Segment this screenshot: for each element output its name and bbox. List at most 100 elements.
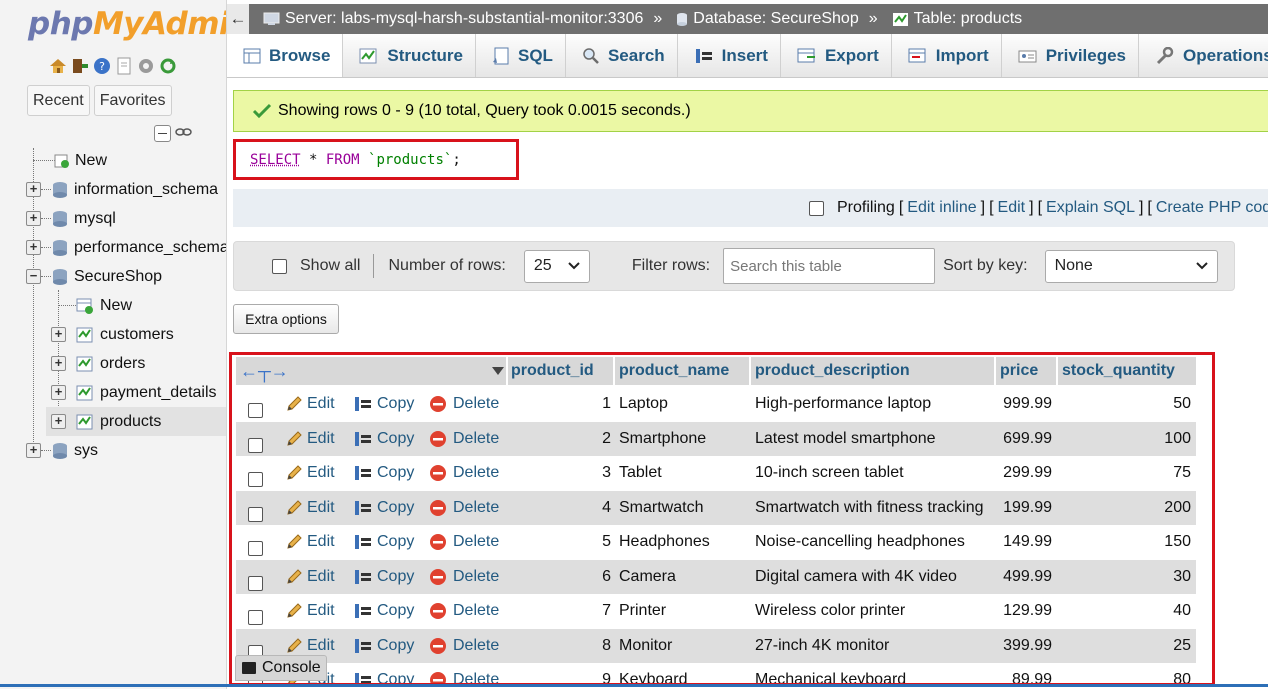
help-icon[interactable]: ? — [92, 56, 111, 75]
breadcrumb-database[interactable]: Database: SecureShop — [676, 10, 859, 28]
edit-row-link[interactable]: Edit — [285, 491, 335, 526]
tree-item-new-table[interactable]: New — [0, 291, 226, 320]
tree-item-secureshop[interactable]: − SecureShop — [0, 262, 226, 291]
delete-row-link[interactable]: Delete — [429, 629, 499, 664]
collapse-icon[interactable]: − — [26, 269, 41, 284]
tab-structure[interactable]: Structure — [343, 34, 476, 77]
docs-icon[interactable] — [114, 56, 133, 75]
tree-item-new[interactable]: New — [0, 146, 226, 175]
copy-row-link[interactable]: Copy — [353, 525, 414, 560]
edit-row-link[interactable]: Edit — [285, 594, 335, 629]
tab-sql[interactable]: SQL — [476, 34, 566, 77]
column-header-stock-quantity[interactable]: stock_quantity — [1062, 357, 1175, 385]
copy-row-link[interactable]: Copy — [353, 491, 414, 526]
tree-item-performance-schema[interactable]: + performance_schema — [0, 233, 226, 262]
expand-icon[interactable]: + — [26, 443, 41, 458]
edit-row-link[interactable]: Edit — [285, 422, 335, 457]
expand-icon[interactable]: + — [51, 356, 66, 371]
edit-link[interactable]: Edit — [998, 199, 1026, 217]
copy-row-link[interactable]: Copy — [353, 422, 414, 457]
show-all-checkbox[interactable] — [272, 258, 287, 274]
delete-row-link[interactable]: Delete — [429, 387, 499, 422]
copy-icon — [353, 395, 373, 413]
row-select-checkbox[interactable] — [248, 541, 263, 556]
delete-row-link[interactable]: Delete — [429, 560, 499, 595]
copy-row-link[interactable]: Copy — [353, 663, 414, 683]
copy-row-link[interactable]: Copy — [353, 456, 414, 491]
tab-operations[interactable]: Operations — [1139, 34, 1268, 77]
column-resize-arrows-icon[interactable]: ←┬→ — [240, 357, 289, 385]
row-select-checkbox[interactable] — [248, 472, 263, 487]
phpmyadmin-logo[interactable]: phpMyAdmin — [28, 6, 226, 42]
filter-rows-input[interactable]: Search this table — [723, 248, 936, 284]
cell-price: 699.99 — [1003, 429, 1052, 447]
sql-query-display[interactable]: SELECT * FROM `products`; — [233, 139, 519, 180]
edit-inline-link[interactable]: Edit inline — [907, 199, 976, 217]
tree-item-information-schema[interactable]: + information_schema — [0, 175, 226, 204]
settings-gear-icon[interactable] — [136, 56, 155, 75]
breadcrumb-table[interactable]: Table: products — [892, 10, 1022, 28]
column-header-product-id[interactable]: product_id — [511, 357, 594, 385]
breadcrumb-server[interactable]: Server: labs-mysql-harsh-substantial-mon… — [263, 10, 643, 28]
explain-sql-link[interactable]: Explain SQL — [1046, 199, 1135, 217]
tree-item-customers[interactable]: + customers — [0, 320, 226, 349]
copy-row-link[interactable]: Copy — [353, 594, 414, 629]
tree-item-orders[interactable]: + orders — [0, 349, 226, 378]
show-all-label[interactable]: Show all — [300, 257, 360, 275]
home-icon[interactable] — [48, 56, 67, 75]
delete-row-link[interactable]: Delete — [429, 422, 499, 457]
edit-row-link[interactable]: Edit — [285, 560, 335, 595]
rows-per-page-select[interactable]: 25 — [523, 249, 590, 283]
recent-tab[interactable]: Recent — [27, 85, 90, 116]
favorites-tab[interactable]: Favorites — [93, 85, 172, 116]
expand-icon[interactable]: + — [26, 211, 41, 226]
tab-insert[interactable]: Insert — [678, 34, 781, 77]
cell-product-name: Headphones — [619, 533, 710, 550]
tree-item-sys[interactable]: + sys — [0, 436, 226, 465]
create-php-code-link[interactable]: Create PHP code — [1156, 199, 1268, 217]
profiling-checkbox[interactable] — [809, 200, 824, 216]
collapse-all-icon[interactable] — [154, 124, 171, 142]
tab-export[interactable]: Export — [781, 34, 892, 77]
delete-row-link[interactable]: Delete — [429, 491, 499, 526]
column-header-product-name[interactable]: product_name — [619, 357, 729, 385]
sort-by-key-select[interactable]: None — [1044, 249, 1218, 283]
reload-icon[interactable] — [158, 56, 177, 75]
logout-icon[interactable] — [70, 56, 89, 75]
cell-stock-quantity: 100 — [1164, 429, 1191, 447]
cell-stock-quantity: 50 — [1173, 395, 1191, 412]
row-select-checkbox[interactable] — [248, 575, 263, 591]
copy-row-link[interactable]: Copy — [353, 560, 414, 595]
expand-icon[interactable]: + — [51, 327, 66, 342]
console-toggle-button[interactable]: Console — [235, 655, 327, 681]
link-with-main-icon[interactable] — [175, 124, 192, 142]
copy-row-link[interactable]: Copy — [353, 387, 414, 422]
expand-icon[interactable]: + — [26, 182, 41, 197]
delete-row-link[interactable]: Delete — [429, 525, 499, 560]
expand-icon[interactable]: + — [51, 414, 66, 429]
extra-options-button[interactable]: Extra options — [233, 304, 339, 334]
edit-row-link[interactable]: Edit — [285, 387, 335, 422]
expand-icon[interactable]: + — [51, 385, 66, 400]
tree-item-mysql[interactable]: + mysql — [0, 204, 226, 233]
tab-browse[interactable]: Browse — [227, 34, 344, 77]
column-header-product-description[interactable]: product_description — [755, 357, 910, 385]
column-header-price[interactable]: price — [1000, 357, 1038, 385]
tab-search[interactable]: Search — [566, 34, 678, 77]
edit-row-link[interactable]: Edit — [285, 525, 335, 560]
row-select-checkbox[interactable] — [248, 610, 263, 625]
delete-row-link[interactable]: Delete — [429, 594, 499, 629]
row-select-checkbox[interactable] — [248, 403, 263, 418]
tree-item-payment-details[interactable]: + payment_details — [0, 378, 226, 407]
tab-import[interactable]: Import — [892, 34, 1002, 77]
copy-row-link[interactable]: Copy — [353, 629, 414, 664]
row-select-checkbox[interactable] — [248, 437, 263, 453]
delete-row-link[interactable]: Delete — [429, 663, 499, 683]
expand-icon[interactable]: + — [26, 240, 41, 255]
tab-privileges[interactable]: Privileges — [1002, 34, 1140, 77]
back-arrow-icon[interactable]: ← — [227, 4, 249, 34]
edit-row-link[interactable]: Edit — [285, 456, 335, 491]
tree-item-products[interactable]: + products — [46, 407, 226, 436]
row-select-checkbox[interactable] — [248, 506, 263, 522]
delete-row-link[interactable]: Delete — [429, 456, 499, 491]
